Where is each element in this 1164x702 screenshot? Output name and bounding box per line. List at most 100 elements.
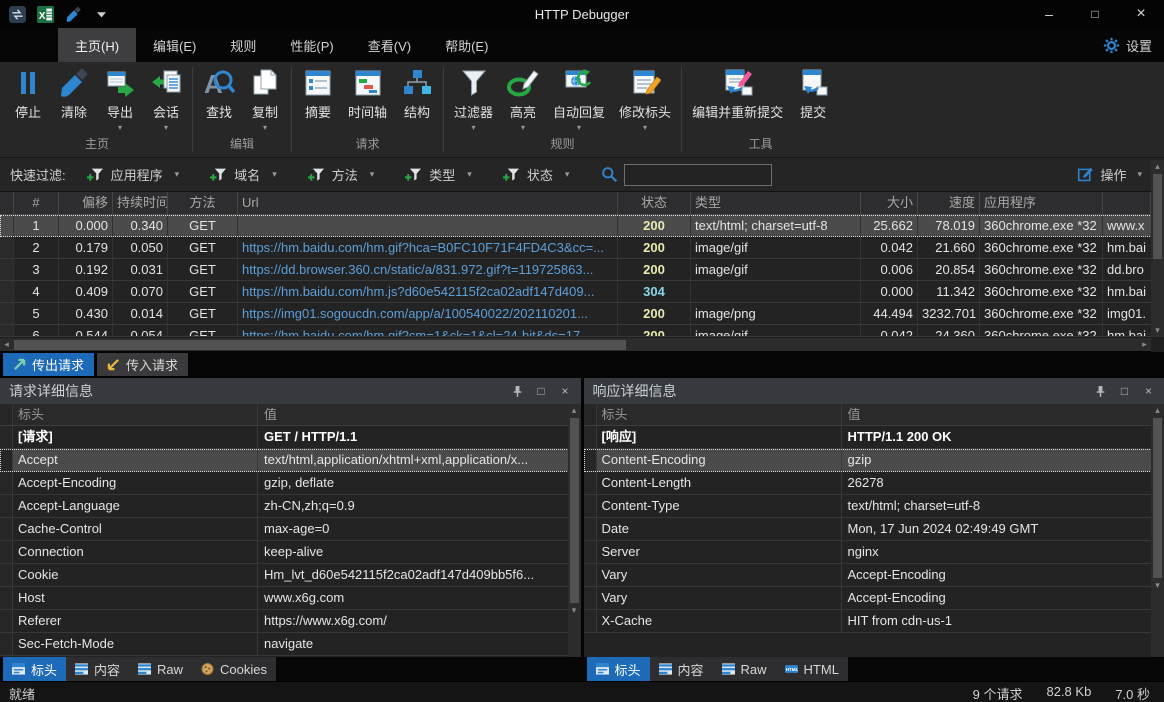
edit-resubmit-button[interactable]: 编辑并重新提交	[685, 62, 790, 133]
request-row-6[interactable]: 60.5440.054GEThttps://hm.baidu.com/hm.gi…	[0, 325, 1164, 337]
column-header-num[interactable]: #	[14, 192, 59, 214]
vertical-scrollbar[interactable]: ▴ ▾	[1151, 404, 1164, 657]
header-row[interactable]: CookieHm_lvt_d60e542115f2ca02adf147d409b…	[0, 564, 581, 587]
find-button[interactable]: A查找	[196, 62, 242, 133]
tab-raw[interactable]: Raw	[713, 657, 776, 681]
scroll-thumb[interactable]	[14, 340, 626, 350]
tab-headers[interactable]: 标头	[587, 657, 650, 681]
scroll-up-arrow[interactable]: ▴	[1151, 404, 1164, 417]
scroll-thumb[interactable]	[570, 418, 579, 603]
vertical-scrollbar[interactable]: ▴ ▾	[1151, 160, 1164, 337]
actions-dropdown[interactable]: 操作 ▾	[1077, 165, 1142, 184]
header-row[interactable]: Hostwww.x6g.com	[0, 587, 581, 610]
structure-button[interactable]: 结构	[394, 62, 440, 133]
header-row[interactable]: X-CacheHIT from cdn-us-1	[584, 610, 1164, 633]
highlight-button[interactable]: 高亮▾	[500, 62, 546, 133]
menu-tab-rules[interactable]: 规则	[213, 28, 273, 62]
request-row-4[interactable]: 40.4090.070GEThttps://hm.baidu.com/hm.js…	[0, 281, 1164, 303]
header-row[interactable]: Cache-Controlmax-age=0	[0, 518, 581, 541]
scroll-thumb[interactable]	[1153, 174, 1162, 259]
close-button[interactable]: ×	[559, 385, 572, 398]
column-header-name[interactable]: 标头	[13, 404, 258, 425]
header-row[interactable]: Sec-Fetch-Modenavigate	[0, 633, 581, 656]
column-header-method[interactable]: 方法	[168, 192, 238, 214]
header-row[interactable]: [请求]GET / HTTP/1.1	[0, 426, 581, 449]
filter-domain-dropdown[interactable]: 域名▾	[209, 165, 277, 184]
header-row[interactable]: Content-Encodinggzip	[584, 449, 1164, 472]
scroll-left-arrow[interactable]: ◂	[0, 338, 13, 351]
scroll-down-arrow[interactable]: ▾	[1151, 579, 1164, 592]
scroll-right-arrow[interactable]: ▸	[1138, 338, 1151, 351]
close-button[interactable]: ×	[1118, 0, 1164, 28]
tab-content[interactable]: 内容	[66, 657, 129, 681]
header-row[interactable]: Connectionkeep-alive	[0, 541, 581, 564]
minimize-button[interactable]: –	[1026, 0, 1072, 28]
header-row[interactable]: Content-Length26278	[584, 472, 1164, 495]
column-header-value[interactable]: 值	[258, 404, 568, 425]
autoresponder-button[interactable]: 自动回复▾	[546, 62, 612, 133]
filter-application-dropdown[interactable]: 应用程序▾	[86, 165, 180, 184]
tab-incoming-requests[interactable]: 传入请求	[97, 353, 188, 376]
scroll-down-arrow[interactable]: ▾	[1151, 324, 1164, 337]
tab-headers[interactable]: 标头	[3, 657, 66, 681]
filter-button[interactable]: 过滤器▾	[447, 62, 500, 133]
copy-button[interactable]: 复制▾	[242, 62, 288, 133]
stop-button[interactable]: 停止	[5, 62, 51, 133]
export-button[interactable]: 导出▾	[97, 62, 143, 133]
scroll-up-arrow[interactable]: ▴	[568, 404, 581, 417]
settings-button[interactable]: 设置	[1103, 28, 1152, 62]
column-header-duration[interactable]: 持续时间	[113, 192, 168, 214]
filter-status-dropdown[interactable]: 状态▾	[502, 165, 570, 184]
brush-button[interactable]	[64, 5, 83, 24]
pin-button[interactable]	[1094, 385, 1107, 398]
request-row-2[interactable]: 20.1790.050GEThttps://hm.baidu.com/hm.gi…	[0, 237, 1164, 259]
scroll-up-arrow[interactable]: ▴	[1151, 160, 1164, 173]
tab-html[interactable]: HTMLHTML	[776, 657, 848, 681]
header-row[interactable]: VaryAccept-Encoding	[584, 564, 1164, 587]
column-header-url[interactable]: Url	[238, 192, 618, 214]
horizontal-scrollbar[interactable]: ◂ ▸	[0, 337, 1164, 351]
column-header-size[interactable]: 大小	[861, 192, 918, 214]
tab-cookie[interactable]: Cookies	[192, 657, 276, 681]
column-header-speed[interactable]: 速度	[918, 192, 980, 214]
caret-down-button[interactable]	[92, 5, 111, 24]
header-row[interactable]: DateMon, 17 Jun 2024 02:49:49 GMT	[584, 518, 1164, 541]
clear-button[interactable]: 清除	[51, 62, 97, 133]
header-row[interactable]: Accept-Encodinggzip, deflate	[0, 472, 581, 495]
header-row[interactable]: VaryAccept-Encoding	[584, 587, 1164, 610]
modify-headers-button[interactable]: 修改标头▾	[612, 62, 678, 133]
excel-button[interactable]: X	[36, 5, 55, 24]
scroll-down-arrow[interactable]: ▾	[568, 604, 581, 617]
close-button[interactable]: ×	[1142, 385, 1155, 398]
timeline-button[interactable]: 时间轴	[341, 62, 394, 133]
menu-tab-performance[interactable]: 性能(P)	[273, 28, 350, 62]
search-input[interactable]	[624, 164, 772, 186]
request-row-1[interactable]: 10.0000.340GET200text/html; charset=utf-…	[0, 215, 1164, 237]
menu-tab-home[interactable]: 主页(H)	[58, 28, 136, 62]
filter-type-dropdown[interactable]: 类型▾	[404, 165, 472, 184]
column-header-name[interactable]: 标头	[597, 404, 842, 425]
header-row[interactable]: Accept-Languagezh-CN,zh;q=0.9	[0, 495, 581, 518]
column-header-value[interactable]: 值	[842, 404, 1152, 425]
column-header-type[interactable]: 类型	[691, 192, 861, 214]
column-header-app[interactable]: 应用程序	[980, 192, 1103, 214]
menu-tab-edit[interactable]: 编辑(E)	[136, 28, 213, 62]
filter-method-dropdown[interactable]: 方法▾	[307, 165, 375, 184]
tab-outgoing-requests[interactable]: 传出请求	[3, 353, 94, 376]
tab-content[interactable]: 内容	[650, 657, 713, 681]
sessions-button[interactable]: 会话▾	[143, 62, 189, 133]
header-row[interactable]: Refererhttps://www.x6g.com/	[0, 610, 581, 633]
pin-button[interactable]	[511, 385, 524, 398]
header-row[interactable]: Content-Typetext/html; charset=utf-8	[584, 495, 1164, 518]
request-row-5[interactable]: 50.4300.014GEThttps://img01.sogoucdn.com…	[0, 303, 1164, 325]
header-row[interactable]: Servernginx	[584, 541, 1164, 564]
scroll-thumb[interactable]	[1153, 418, 1162, 578]
column-header-offset[interactable]: 偏移	[59, 192, 113, 214]
column-header-indicator[interactable]	[0, 192, 14, 214]
summary-button[interactable]: 摘要	[295, 62, 341, 133]
tab-raw[interactable]: Raw	[129, 657, 192, 681]
menu-tab-help[interactable]: 帮助(E)	[428, 28, 505, 62]
submit-button[interactable]: 提交	[790, 62, 836, 133]
maximize-button[interactable]: □	[1072, 0, 1118, 28]
header-row[interactable]: [响应]HTTP/1.1 200 OK	[584, 426, 1164, 449]
